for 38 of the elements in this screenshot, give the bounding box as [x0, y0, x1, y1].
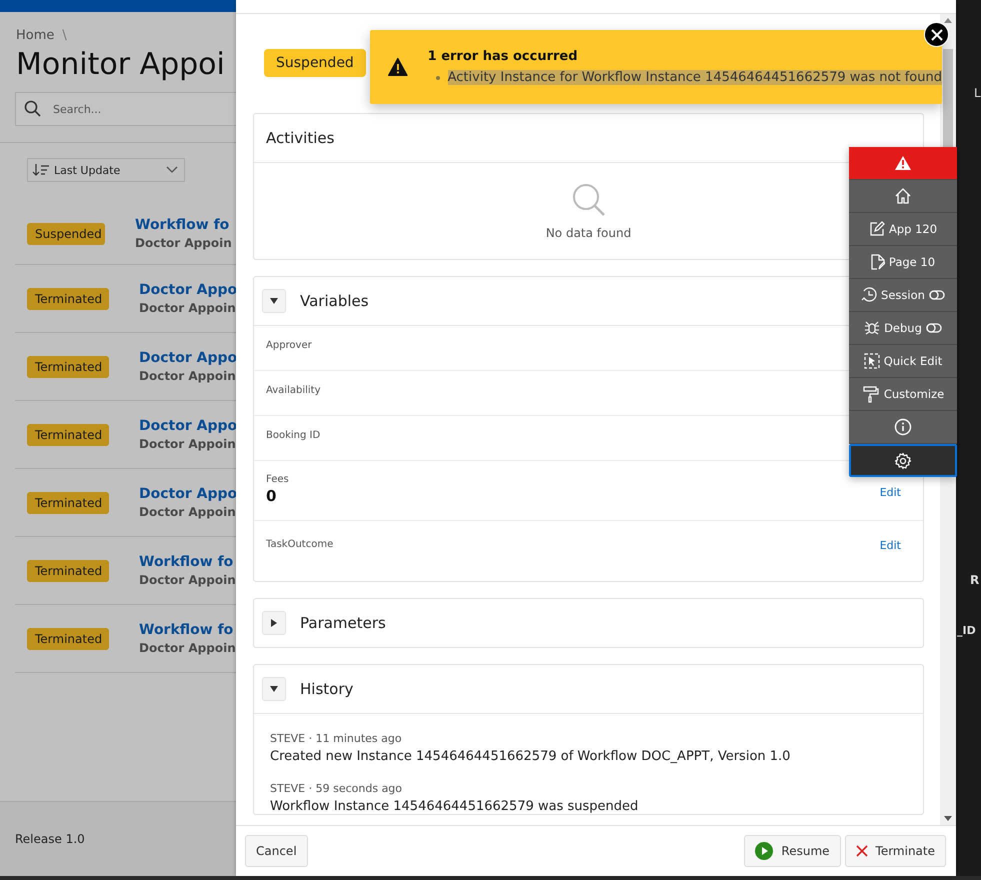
status-badge: Suspended: [27, 222, 105, 244]
release-label: Release 1.0: [15, 832, 85, 846]
workflow-subtitle: Doctor Appoin: [139, 301, 237, 315]
history-text: Workflow Instance 14546464451662579 was suspended: [270, 799, 640, 814]
workflow-subtitle: Doctor Appoin: [139, 437, 237, 451]
error-title: 1 error has occurred: [428, 49, 579, 64]
history-meta: STEVE · 11 minutes ago: [270, 732, 403, 745]
variable-label: TaskOutcome: [266, 539, 334, 550]
workflow-subtitle: Doctor Appoin: [139, 369, 237, 383]
workflow-subtitle: Doctor Appoin: [135, 236, 232, 250]
status-badge: Terminated: [27, 492, 109, 514]
workflow-subtitle: Doctor Appoin: [139, 641, 236, 655]
status-badge: Terminated: [27, 560, 109, 582]
panel-text: _ID: [957, 624, 976, 637]
section-title: Activities: [265, 129, 334, 147]
panel-text: R: [970, 573, 980, 587]
section-title: Variables: [299, 292, 369, 310]
variable-label: Fees: [266, 474, 289, 485]
status-badge: Terminated: [27, 356, 109, 378]
breadcrumb-separator: \: [62, 28, 67, 43]
section-title: History: [299, 680, 354, 698]
status-badge: Terminated: [27, 628, 109, 650]
page-title: Monitor Appoi: [15, 46, 226, 82]
variable-label: Booking ID: [266, 430, 320, 441]
history-meta: STEVE · 59 seconds ago: [270, 782, 404, 795]
variable-label: Availability: [266, 385, 321, 396]
panel-text: L: [974, 86, 981, 100]
history-text: Created new Instance 14546464451662579 of Workflow DOC_APPT, Version 1.0: [270, 749, 792, 764]
status-badge: Suspended: [264, 49, 366, 77]
status-badge: Terminated: [27, 288, 109, 310]
error-message: Activity Instance for Workflow Instance 14546464451662579 was not found: [448, 70, 942, 85]
empty-message: No data found: [546, 226, 632, 240]
variable-value: 0: [266, 487, 278, 505]
variable-label: Approver: [266, 340, 312, 351]
status-badge: Terminated: [27, 424, 109, 446]
workflow-subtitle: Doctor Appoin: [139, 505, 237, 519]
workflow-subtitle: Doctor Appoin: [139, 573, 236, 587]
section-title: Parameters: [299, 614, 386, 632]
